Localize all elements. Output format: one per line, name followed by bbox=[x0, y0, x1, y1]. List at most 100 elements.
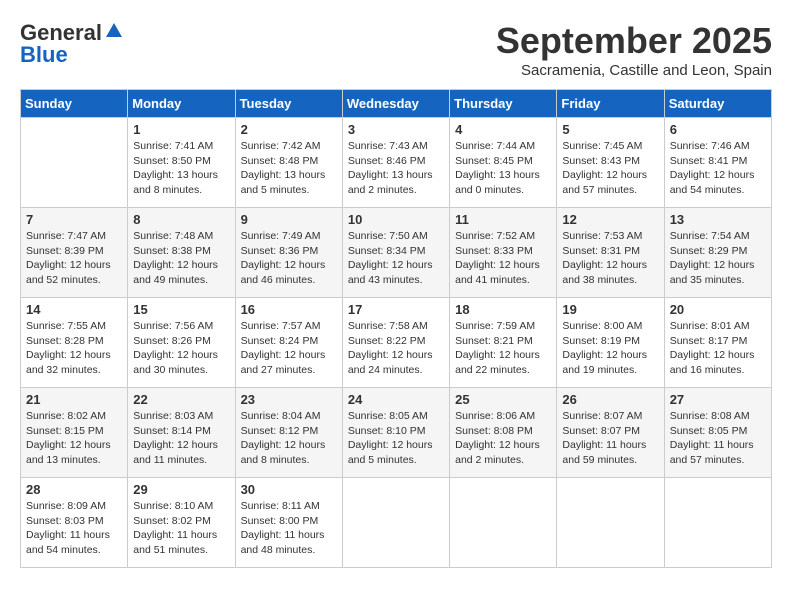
day-info: Sunrise: 7:45 AMSunset: 8:43 PMDaylight:… bbox=[562, 139, 658, 198]
day-info: Sunrise: 7:49 AMSunset: 8:36 PMDaylight:… bbox=[241, 229, 337, 288]
calendar-day-cell: 23 Sunrise: 8:04 AMSunset: 8:12 PMDaylig… bbox=[235, 388, 342, 478]
calendar-day-cell: 24 Sunrise: 8:05 AMSunset: 8:10 PMDaylig… bbox=[342, 388, 449, 478]
calendar-day-cell: 9 Sunrise: 7:49 AMSunset: 8:36 PMDayligh… bbox=[235, 208, 342, 298]
logo: General Blue bbox=[20, 20, 124, 68]
calendar-day-cell: 1 Sunrise: 7:41 AMSunset: 8:50 PMDayligh… bbox=[128, 118, 235, 208]
calendar-day-cell: 8 Sunrise: 7:48 AMSunset: 8:38 PMDayligh… bbox=[128, 208, 235, 298]
day-number: 17 bbox=[348, 302, 444, 317]
day-number: 30 bbox=[241, 482, 337, 497]
day-number: 29 bbox=[133, 482, 229, 497]
calendar-day-cell: 18 Sunrise: 7:59 AMSunset: 8:21 PMDaylig… bbox=[450, 298, 557, 388]
calendar-day-cell bbox=[664, 478, 771, 568]
day-info: Sunrise: 7:52 AMSunset: 8:33 PMDaylight:… bbox=[455, 229, 551, 288]
calendar-day-cell: 22 Sunrise: 8:03 AMSunset: 8:14 PMDaylig… bbox=[128, 388, 235, 478]
calendar-day-cell: 27 Sunrise: 8:08 AMSunset: 8:05 PMDaylig… bbox=[664, 388, 771, 478]
calendar-day-cell: 4 Sunrise: 7:44 AMSunset: 8:45 PMDayligh… bbox=[450, 118, 557, 208]
day-info: Sunrise: 8:10 AMSunset: 8:02 PMDaylight:… bbox=[133, 499, 229, 558]
day-info: Sunrise: 7:57 AMSunset: 8:24 PMDaylight:… bbox=[241, 319, 337, 378]
day-info: Sunrise: 7:42 AMSunset: 8:48 PMDaylight:… bbox=[241, 139, 337, 198]
day-info: Sunrise: 7:56 AMSunset: 8:26 PMDaylight:… bbox=[133, 319, 229, 378]
weekday-header: Saturday bbox=[664, 90, 771, 118]
day-info: Sunrise: 7:46 AMSunset: 8:41 PMDaylight:… bbox=[670, 139, 766, 198]
calendar-day-cell: 14 Sunrise: 7:55 AMSunset: 8:28 PMDaylig… bbox=[21, 298, 128, 388]
day-info: Sunrise: 7:43 AMSunset: 8:46 PMDaylight:… bbox=[348, 139, 444, 198]
day-number: 13 bbox=[670, 212, 766, 227]
calendar-day-cell: 28 Sunrise: 8:09 AMSunset: 8:03 PMDaylig… bbox=[21, 478, 128, 568]
day-info: Sunrise: 8:05 AMSunset: 8:10 PMDaylight:… bbox=[348, 409, 444, 468]
logo-icon bbox=[104, 21, 124, 41]
day-number: 1 bbox=[133, 122, 229, 137]
day-info: Sunrise: 7:55 AMSunset: 8:28 PMDaylight:… bbox=[26, 319, 122, 378]
calendar-day-cell: 5 Sunrise: 7:45 AMSunset: 8:43 PMDayligh… bbox=[557, 118, 664, 208]
day-number: 9 bbox=[241, 212, 337, 227]
calendar-day-cell: 29 Sunrise: 8:10 AMSunset: 8:02 PMDaylig… bbox=[128, 478, 235, 568]
day-number: 19 bbox=[562, 302, 658, 317]
day-number: 16 bbox=[241, 302, 337, 317]
day-info: Sunrise: 8:07 AMSunset: 8:07 PMDaylight:… bbox=[562, 409, 658, 468]
calendar-day-cell bbox=[342, 478, 449, 568]
day-info: Sunrise: 8:00 AMSunset: 8:19 PMDaylight:… bbox=[562, 319, 658, 378]
calendar-day-cell: 3 Sunrise: 7:43 AMSunset: 8:46 PMDayligh… bbox=[342, 118, 449, 208]
calendar-week-row: 21 Sunrise: 8:02 AMSunset: 8:15 PMDaylig… bbox=[21, 388, 772, 478]
day-info: Sunrise: 7:47 AMSunset: 8:39 PMDaylight:… bbox=[26, 229, 122, 288]
weekday-header: Friday bbox=[557, 90, 664, 118]
day-number: 14 bbox=[26, 302, 122, 317]
day-number: 2 bbox=[241, 122, 337, 137]
calendar-day-cell bbox=[557, 478, 664, 568]
calendar-week-row: 28 Sunrise: 8:09 AMSunset: 8:03 PMDaylig… bbox=[21, 478, 772, 568]
calendar-day-cell: 11 Sunrise: 7:52 AMSunset: 8:33 PMDaylig… bbox=[450, 208, 557, 298]
month-title: September 2025 bbox=[496, 20, 772, 62]
weekday-header: Tuesday bbox=[235, 90, 342, 118]
day-number: 6 bbox=[670, 122, 766, 137]
day-info: Sunrise: 7:53 AMSunset: 8:31 PMDaylight:… bbox=[562, 229, 658, 288]
day-info: Sunrise: 8:08 AMSunset: 8:05 PMDaylight:… bbox=[670, 409, 766, 468]
calendar-day-cell: 25 Sunrise: 8:06 AMSunset: 8:08 PMDaylig… bbox=[450, 388, 557, 478]
day-info: Sunrise: 7:41 AMSunset: 8:50 PMDaylight:… bbox=[133, 139, 229, 198]
calendar-day-cell: 6 Sunrise: 7:46 AMSunset: 8:41 PMDayligh… bbox=[664, 118, 771, 208]
day-number: 27 bbox=[670, 392, 766, 407]
day-number: 26 bbox=[562, 392, 658, 407]
day-number: 23 bbox=[241, 392, 337, 407]
day-info: Sunrise: 7:44 AMSunset: 8:45 PMDaylight:… bbox=[455, 139, 551, 198]
calendar-day-cell: 10 Sunrise: 7:50 AMSunset: 8:34 PMDaylig… bbox=[342, 208, 449, 298]
day-number: 4 bbox=[455, 122, 551, 137]
day-info: Sunrise: 8:02 AMSunset: 8:15 PMDaylight:… bbox=[26, 409, 122, 468]
day-info: Sunrise: 7:59 AMSunset: 8:21 PMDaylight:… bbox=[455, 319, 551, 378]
page-header: General Blue September 2025 Sacramenia, … bbox=[20, 20, 772, 79]
calendar-day-cell: 19 Sunrise: 8:00 AMSunset: 8:19 PMDaylig… bbox=[557, 298, 664, 388]
day-number: 11 bbox=[455, 212, 551, 227]
header-row: SundayMondayTuesdayWednesdayThursdayFrid… bbox=[21, 90, 772, 118]
weekday-header: Sunday bbox=[21, 90, 128, 118]
day-number: 28 bbox=[26, 482, 122, 497]
calendar-week-row: 1 Sunrise: 7:41 AMSunset: 8:50 PMDayligh… bbox=[21, 118, 772, 208]
calendar-day-cell: 7 Sunrise: 7:47 AMSunset: 8:39 PMDayligh… bbox=[21, 208, 128, 298]
day-number: 15 bbox=[133, 302, 229, 317]
calendar-table: SundayMondayTuesdayWednesdayThursdayFrid… bbox=[20, 89, 772, 568]
calendar-week-row: 14 Sunrise: 7:55 AMSunset: 8:28 PMDaylig… bbox=[21, 298, 772, 388]
day-info: Sunrise: 8:04 AMSunset: 8:12 PMDaylight:… bbox=[241, 409, 337, 468]
location-title: Sacramenia, Castille and Leon, Spain bbox=[496, 62, 772, 79]
logo-blue-text: Blue bbox=[20, 42, 68, 68]
calendar-day-cell: 16 Sunrise: 7:57 AMSunset: 8:24 PMDaylig… bbox=[235, 298, 342, 388]
day-number: 3 bbox=[348, 122, 444, 137]
day-number: 24 bbox=[348, 392, 444, 407]
calendar-day-cell: 12 Sunrise: 7:53 AMSunset: 8:31 PMDaylig… bbox=[557, 208, 664, 298]
day-info: Sunrise: 7:50 AMSunset: 8:34 PMDaylight:… bbox=[348, 229, 444, 288]
day-info: Sunrise: 8:03 AMSunset: 8:14 PMDaylight:… bbox=[133, 409, 229, 468]
calendar-day-cell: 26 Sunrise: 8:07 AMSunset: 8:07 PMDaylig… bbox=[557, 388, 664, 478]
calendar-day-cell: 20 Sunrise: 8:01 AMSunset: 8:17 PMDaylig… bbox=[664, 298, 771, 388]
calendar-day-cell: 30 Sunrise: 8:11 AMSunset: 8:00 PMDaylig… bbox=[235, 478, 342, 568]
calendar-day-cell: 13 Sunrise: 7:54 AMSunset: 8:29 PMDaylig… bbox=[664, 208, 771, 298]
title-area: September 2025 Sacramenia, Castille and … bbox=[496, 20, 772, 79]
day-number: 21 bbox=[26, 392, 122, 407]
weekday-header: Monday bbox=[128, 90, 235, 118]
weekday-header: Thursday bbox=[450, 90, 557, 118]
day-info: Sunrise: 7:48 AMSunset: 8:38 PMDaylight:… bbox=[133, 229, 229, 288]
calendar-body: 1 Sunrise: 7:41 AMSunset: 8:50 PMDayligh… bbox=[21, 118, 772, 568]
calendar-day-cell: 17 Sunrise: 7:58 AMSunset: 8:22 PMDaylig… bbox=[342, 298, 449, 388]
day-number: 20 bbox=[670, 302, 766, 317]
weekday-header: Wednesday bbox=[342, 90, 449, 118]
day-number: 25 bbox=[455, 392, 551, 407]
calendar-day-cell bbox=[450, 478, 557, 568]
day-number: 7 bbox=[26, 212, 122, 227]
